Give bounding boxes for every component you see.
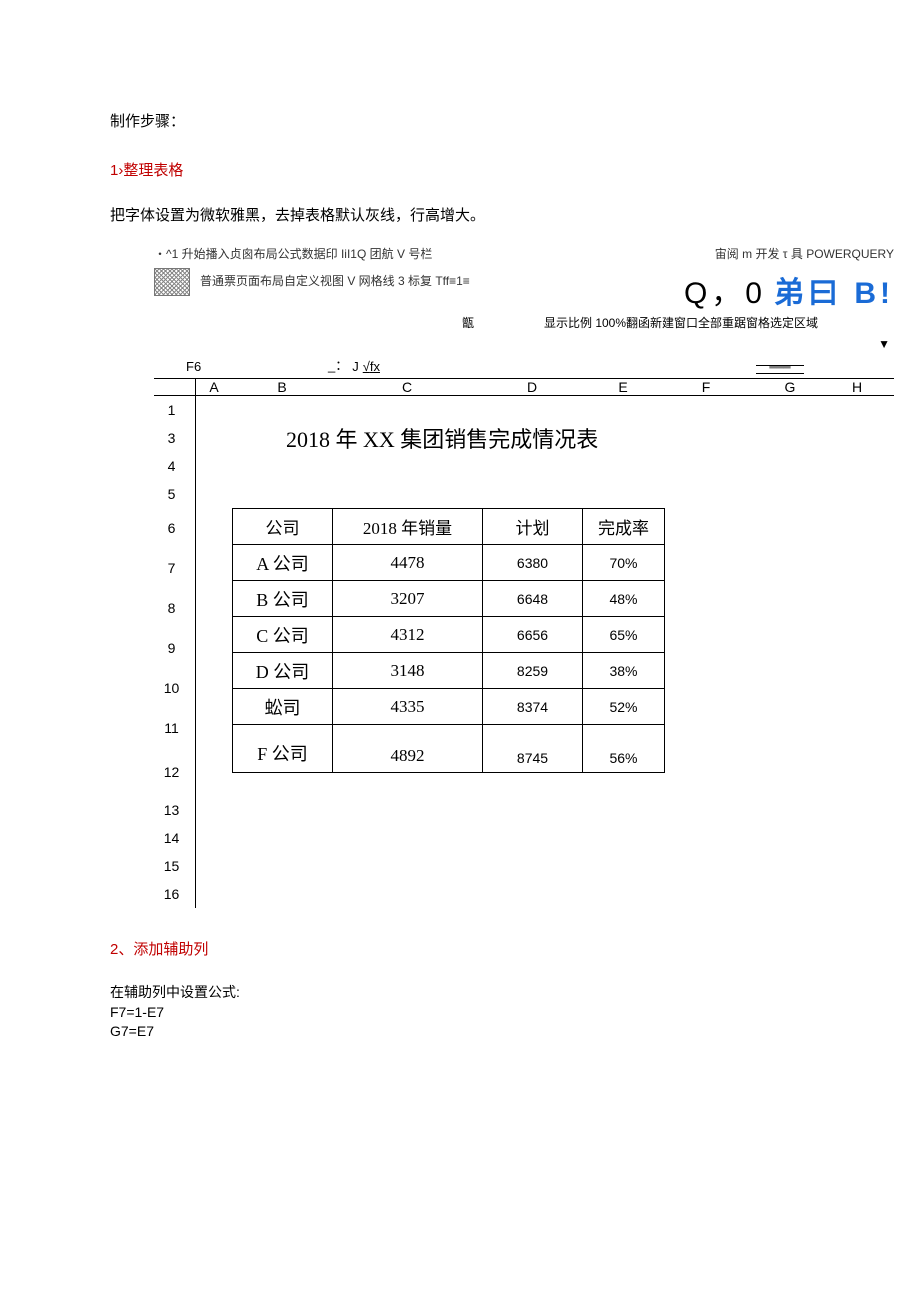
fx-button[interactable]: √fx	[363, 359, 380, 374]
row-header[interactable]: 10	[154, 668, 195, 708]
col-header-e[interactable]: E	[582, 379, 664, 395]
formula-line-1: F7=1-E7	[110, 1003, 810, 1023]
step2-title: 2、添加辅助列	[110, 938, 810, 959]
table-row: C 公司 4312 6656 65%	[233, 617, 665, 653]
th-rate[interactable]: 完成率	[583, 509, 665, 545]
row-header[interactable]: 1	[154, 396, 195, 424]
cell-rate[interactable]: 70%	[583, 545, 665, 581]
row-header[interactable]: 5	[154, 480, 195, 508]
row-header[interactable]: 11	[154, 708, 195, 748]
row-headers: 1 3 4 5 6 7 8 9 10 11 12 13 14 15 16	[154, 396, 196, 908]
formula-bar-j: J	[352, 359, 359, 374]
step1-title: 1›整理表格	[110, 159, 810, 180]
name-box[interactable]: F6	[186, 359, 232, 374]
th-plan[interactable]: 计划	[483, 509, 583, 545]
cell-sales[interactable]: 4312	[333, 617, 483, 653]
cell-rate[interactable]: 65%	[583, 617, 665, 653]
row-header[interactable]: 14	[154, 824, 195, 852]
ribbon-label-right[interactable]: 显示比例 100%翻函新建窗口全部重踞窗格选定区域	[484, 314, 894, 331]
col-header-h[interactable]: H	[832, 379, 882, 395]
row-header[interactable]: 8	[154, 588, 195, 628]
step2-desc: 在辅助列中设置公式:	[110, 983, 810, 1003]
ribbon-tabs-left[interactable]: ・^1 升始播入贞囪布局公式数据印 IiI1Q 团航 V 号栏	[154, 245, 432, 262]
ribbon-tabs-row: ・^1 升始播入贞囪布局公式数据印 IiI1Q 团航 V 号栏 宙阅 m 开发 …	[154, 245, 894, 262]
intro-text: 制作步骤：	[110, 110, 810, 131]
row-header[interactable]: 13	[154, 796, 195, 824]
spreadsheet-figure: ・^1 升始播入贞囪布局公式数据印 IiI1Q 团航 V 号栏 宙阅 m 开发 …	[154, 245, 894, 908]
table-row: B 公司 3207 6648 48%	[233, 581, 665, 617]
row-header[interactable]: 3	[154, 424, 195, 452]
normal-view-icon[interactable]	[154, 268, 190, 296]
cell-plan[interactable]: 8745	[483, 725, 583, 773]
col-header-b[interactable]: B	[232, 379, 332, 395]
ribbon-label-left: 甑	[154, 314, 484, 331]
name-box-sep: _：	[328, 355, 348, 374]
cell-plan[interactable]: 6656	[483, 617, 583, 653]
row-header[interactable]: 12	[154, 748, 195, 796]
cell-company[interactable]: B 公司	[233, 581, 333, 617]
table-title: 2018 年 XX 集团销售完成情况表	[286, 422, 598, 454]
ribbon-views-text[interactable]: 普通票页面布局自定义视图 V 网格线 3 标复 Tff≡1≡	[200, 272, 470, 289]
col-header-a[interactable]: A	[196, 379, 232, 395]
row-header[interactable]: 9	[154, 628, 195, 668]
cell-company[interactable]: A 公司	[233, 545, 333, 581]
cell-company[interactable]: 蚣司	[233, 689, 333, 725]
window-glyphs-blue: 弟曰 B!	[774, 268, 894, 312]
table-row: D 公司 3148 8259 38%	[233, 653, 665, 689]
col-header-g[interactable]: G	[748, 379, 832, 395]
table-row: 蚣司 4335 8374 52%	[233, 689, 665, 725]
table-row: A 公司 4478 6380 70%	[233, 545, 665, 581]
cell-sales[interactable]: 3148	[333, 653, 483, 689]
formula-bar: F6 _： J √fx ═══	[154, 355, 894, 374]
th-sales[interactable]: 2018 年销量	[333, 509, 483, 545]
cell-rate[interactable]: 52%	[583, 689, 665, 725]
cell-plan[interactable]: 8259	[483, 653, 583, 689]
window-glyphs-black: Q，0	[684, 268, 766, 312]
dropdown-triangle-icon[interactable]: ▼	[154, 337, 894, 351]
ribbon-labels-row: 甑 显示比例 100%翻函新建窗口全部重踞窗格选定区域	[154, 314, 894, 331]
cell-sales[interactable]: 4335	[333, 689, 483, 725]
row-header[interactable]: 15	[154, 852, 195, 880]
row-header[interactable]: 7	[154, 548, 195, 588]
cell-rate[interactable]: 48%	[583, 581, 665, 617]
col-header-c[interactable]: C	[332, 379, 482, 395]
select-all-corner[interactable]	[154, 379, 196, 395]
ribbon-window-icons[interactable]: Q，0 弟曰 B!	[684, 268, 894, 312]
cell-company[interactable]: F 公司	[233, 725, 333, 773]
cell-company[interactable]: C 公司	[233, 617, 333, 653]
row-header[interactable]: 4	[154, 452, 195, 480]
column-headers: A B C D E F G H	[154, 378, 894, 396]
table-row: F 公司 4892 8745 56%	[233, 725, 665, 773]
ribbon-commands-row: 普通票页面布局自定义视图 V 网格线 3 标复 Tff≡1≡ Q，0 弟曰 B!	[154, 268, 894, 312]
cell-plan[interactable]: 6380	[483, 545, 583, 581]
cell-sales[interactable]: 4892	[333, 725, 483, 773]
step1-desc: 把字体设置为微软雅黑，去掉表格默认灰线，行高增大。	[110, 204, 810, 225]
row-header[interactable]: 16	[154, 880, 195, 908]
cell-sales[interactable]: 3207	[333, 581, 483, 617]
col-header-f[interactable]: F	[664, 379, 748, 395]
table-header-row: 公司 2018 年销量 计划 完成率	[233, 509, 665, 545]
cell-company[interactable]: D 公司	[233, 653, 333, 689]
data-table: 公司 2018 年销量 计划 完成率 A 公司 4478 6380 70% B …	[232, 508, 665, 773]
cell-rate[interactable]: 38%	[583, 653, 665, 689]
cell-plan[interactable]: 8374	[483, 689, 583, 725]
cell-plan[interactable]: 6648	[483, 581, 583, 617]
row-header[interactable]: 6	[154, 508, 195, 548]
formula-bar-blurb: ═══	[756, 365, 804, 374]
col-header-d[interactable]: D	[482, 379, 582, 395]
ribbon-tabs-right[interactable]: 宙阅 m 开发 τ 具 POWERQUERY	[715, 245, 894, 262]
cell-rate[interactable]: 56%	[583, 725, 665, 773]
formula-line-2: G7=E7	[110, 1022, 810, 1042]
cell-sales[interactable]: 4478	[333, 545, 483, 581]
th-company[interactable]: 公司	[233, 509, 333, 545]
